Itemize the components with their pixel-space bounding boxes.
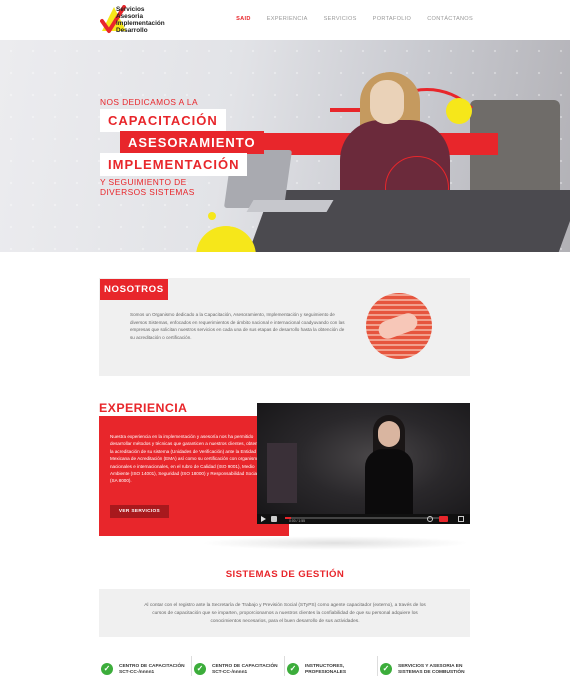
certification-label: INSTRUCTORES, PROFESIONALES ASOCIADOS <box>305 664 347 675</box>
video-time: 0:00 / 1:55 <box>289 519 306 523</box>
certification-label: CENTRO DE CAPACITACIÓN SCT-CC-/nnnn1 <box>212 664 278 675</box>
video-person-face <box>378 421 400 447</box>
nav-item-portafolio[interactable]: PORTAFOLIO <box>373 16 412 22</box>
youtube-icon[interactable] <box>439 516 448 522</box>
certification-item[interactable]: ✓ CENTRO DE CAPACITACIÓN SCT-CC-/nnnn1 <box>191 656 284 676</box>
logo-word: Implementación <box>116 20 165 27</box>
certification-item[interactable]: ✓ INSTRUCTORES, PROFESIONALES ASOCIADOS <box>284 656 377 676</box>
volume-icon[interactable] <box>271 516 277 522</box>
settings-icon[interactable] <box>427 516 433 522</box>
logo-wordmark: Servicios Asesoria Implementación Desarr… <box>116 6 165 34</box>
nosotros-handshake-image <box>366 293 432 359</box>
video-progress-bar[interactable] <box>285 517 445 519</box>
nosotros-text: Somos un Organismo dedicado a la Capacit… <box>130 312 345 340</box>
experiencia-text: Nuestra experiencia en la implementación… <box>110 434 262 484</box>
hero-yellow-circle <box>446 98 472 124</box>
video-stage <box>267 443 297 503</box>
fullscreen-icon[interactable] <box>458 516 464 522</box>
hero-lead-text: NOS DEDICAMOS A LA <box>100 97 198 107</box>
page: Servicios Asesoria Implementación Desarr… <box>0 0 570 676</box>
hero-laptop-base <box>246 200 334 212</box>
nav-item-said[interactable]: SAID <box>236 16 251 22</box>
hero-tag-capacitacion: CAPACITACIÓN <box>100 109 226 132</box>
certification-item[interactable]: ✓ SERVICIOS Y ASESORIA EN SISTEMAS DE CO… <box>377 656 470 676</box>
certification-label: SERVICIOS Y ASESORIA EN SISTEMAS DE COMB… <box>398 664 465 675</box>
section-shadow <box>200 536 470 550</box>
site-header: Servicios Asesoria Implementación Desarr… <box>0 0 570 40</box>
certification-label: CENTRO DE CAPACITACIÓN SCT-CC-/nnnn1 <box>119 664 185 675</box>
handshake-icon <box>376 310 420 342</box>
sistemas-text: Al contar con el registro ante la Secret… <box>144 603 426 624</box>
logo-word: Desarrollo <box>116 27 148 34</box>
logo-word: Asesoria <box>116 13 143 20</box>
nav-item-contactanos[interactable]: CONTÁCTANOS <box>427 16 473 22</box>
video-player[interactable]: 0:00 / 1:55 <box>257 403 470 524</box>
nosotros-title: NOSOTROS <box>100 279 168 300</box>
hero-tag-asesoramiento: ASESORAMIENTO <box>120 131 264 154</box>
video-person <box>365 449 413 515</box>
ver-servicios-button[interactable]: VER SERVICIOS <box>110 505 169 518</box>
logo[interactable]: Servicios Asesoria Implementación Desarr… <box>100 5 172 35</box>
certification-item[interactable]: ✓ CENTRO DE CAPACITACIÓN SCT-CC-/nnnn1 <box>99 656 191 676</box>
hero-subtitle: Y SEGUIMIENTO DE DIVERSOS SISTEMAS <box>100 177 195 197</box>
play-icon[interactable] <box>261 516 266 522</box>
nav-item-experiencia[interactable]: EXPERIENCIA <box>267 16 308 22</box>
check-icon: ✓ <box>101 663 113 675</box>
hero-photo-face <box>370 80 404 124</box>
experiencia-title: EXPERIENCIA <box>99 401 188 415</box>
check-icon: ✓ <box>380 663 392 675</box>
logo-word: Servicios <box>116 6 145 13</box>
main-nav: SAID EXPERIENCIA SERVICIOS PORTAFOLIO CO… <box>236 16 473 22</box>
check-icon: ✓ <box>194 663 206 675</box>
check-icon: ✓ <box>287 663 299 675</box>
hero-yellow-circle <box>208 212 216 220</box>
video-controls: 0:00 / 1:55 <box>257 514 470 524</box>
nav-item-servicios[interactable]: SERVICIOS <box>324 16 357 22</box>
hero-tag-implementacion: IMPLEMENTACIÓN <box>100 153 248 176</box>
hero-banner <box>0 40 570 252</box>
sistemas-title: SISTEMAS DE GESTIÓN <box>225 569 345 580</box>
certifications-list: ✓ CENTRO DE CAPACITACIÓN SCT-CC-/nnnn1 ✓… <box>99 656 470 676</box>
